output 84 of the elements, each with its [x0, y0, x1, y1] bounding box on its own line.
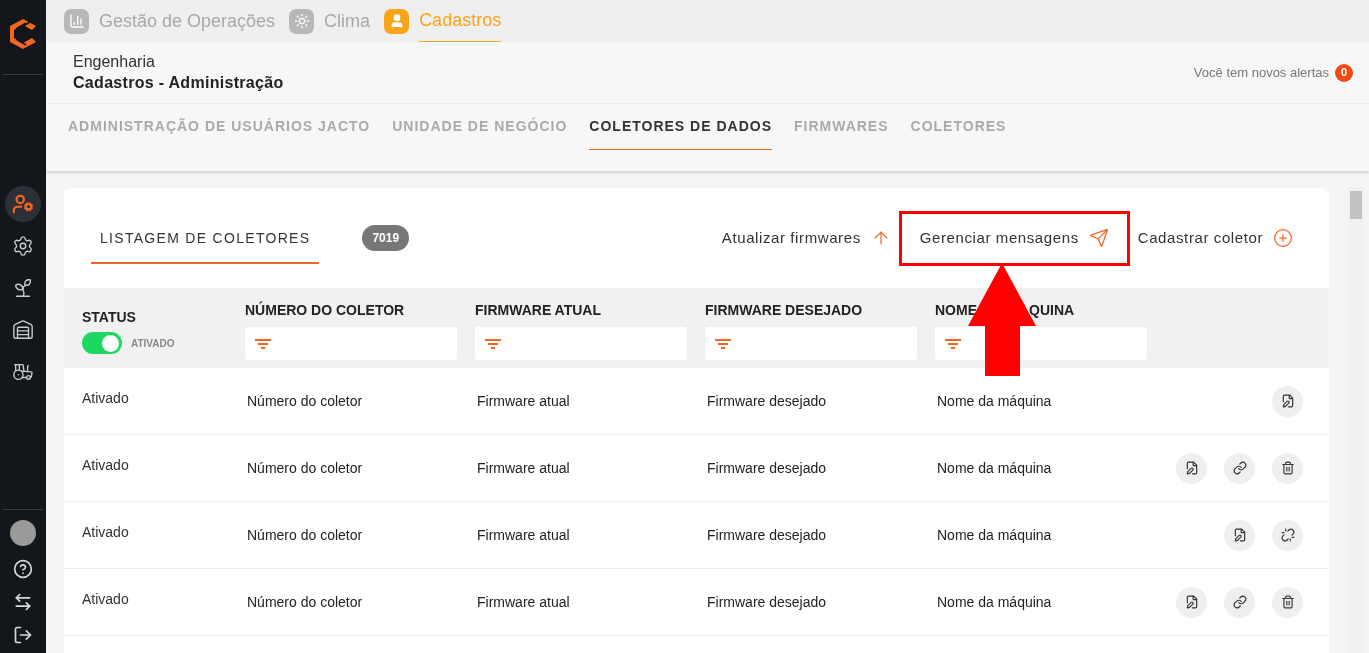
column-header: NOME — [935, 301, 977, 320]
chart-icon — [64, 8, 89, 34]
column-header: QUINA — [1029, 301, 1075, 320]
status-cell-text: Ativado — [81, 455, 130, 475]
building-icon — [12, 319, 34, 341]
section-tab[interactable]: FIRMWARES — [794, 104, 889, 150]
edit-button[interactable] — [1176, 452, 1207, 484]
logout-button[interactable] — [13, 625, 33, 645]
filter-field[interactable] — [705, 327, 917, 360]
link-button[interactable] — [1224, 586, 1255, 618]
table-cell-text: Número do coletor — [246, 391, 364, 411]
table-cell-text: Firmware atual — [476, 391, 571, 411]
toolbar-action[interactable]: Gerenciar mensagens — [898, 210, 1130, 266]
table-cell-text: Número do coletor — [246, 525, 364, 545]
link-icon — [1232, 461, 1247, 475]
send-icon — [1088, 228, 1109, 248]
sun-icon — [289, 8, 315, 34]
table-cell-text: Firmware atual — [476, 525, 571, 545]
page-title: Cadastros - Administração — [73, 72, 284, 93]
tractor-icon — [12, 361, 34, 383]
filter-icon — [945, 337, 961, 350]
swap-arrows-button[interactable] — [13, 592, 33, 612]
column-header: FIRMWARE DESEJADO — [705, 301, 863, 320]
unlink-button[interactable] — [1272, 519, 1303, 551]
user-settings-icon — [12, 193, 34, 215]
table-cell-text: Número do coletor — [246, 458, 364, 478]
gear-icon — [12, 235, 34, 257]
table-cell-text: Nome da máquina — [936, 592, 1053, 612]
link-icon — [1232, 595, 1247, 609]
table-cell-text: Firmware atual — [476, 592, 571, 612]
alerts-label: Você tem novos alertas — [1193, 63, 1329, 82]
toolbar-action[interactable]: Atualizar firmwares — [721, 210, 891, 266]
edit-button[interactable] — [1224, 519, 1255, 551]
unlink-icon — [1280, 528, 1295, 542]
app-tab[interactable]: Clima — [289, 0, 371, 42]
section-tab[interactable]: COLETORES DE DADOS — [589, 104, 772, 150]
filter-field[interactable] — [245, 327, 457, 360]
edit-icon — [1280, 394, 1295, 408]
filter-icon — [255, 337, 271, 350]
status-toggle[interactable] — [82, 332, 122, 354]
section-tab[interactable]: UNIDADE DE NEGÓCIO — [392, 104, 568, 150]
trash-icon — [1280, 461, 1295, 475]
app-tab[interactable]: Gestão de Operações — [64, 0, 276, 42]
table-cell-text: Firmware desejado — [706, 592, 828, 612]
status-cell-text: Ativado — [81, 388, 130, 408]
breadcrumb-section: Engenharia — [73, 51, 284, 72]
alerts-count: 0 — [1335, 63, 1353, 82]
delete-button[interactable] — [1272, 452, 1303, 484]
edit-icon — [1184, 461, 1199, 475]
avatar[interactable] — [10, 520, 36, 546]
column-header: STATUS — [82, 308, 137, 327]
link-button[interactable] — [1224, 452, 1255, 484]
help-button[interactable] — [13, 559, 33, 579]
toggle-label: ATIVADO — [131, 336, 175, 351]
table-cell-text: Firmware atual — [476, 458, 571, 478]
list-title-tab[interactable]: LISTAGEM DE COLETORES — [91, 214, 320, 264]
trash-icon — [1280, 595, 1295, 609]
toolbar-action[interactable]: Cadastrar coletor — [1137, 210, 1293, 266]
count-badge: 7019 — [362, 225, 410, 251]
column-header: FIRMWARE ATUAL — [475, 301, 601, 320]
edit-button[interactable] — [1272, 385, 1303, 417]
table-cell-text: Nome da máquina — [936, 525, 1053, 545]
table-cell-text: Firmware desejado — [706, 525, 828, 545]
filter-icon — [715, 337, 731, 350]
delete-button[interactable] — [1272, 586, 1303, 618]
status-cell-text: Ativado — [81, 522, 130, 542]
column-header: NÚMERO DO COLETOR — [245, 300, 405, 320]
filter-icon — [485, 337, 501, 350]
sidebar-item[interactable] — [5, 186, 41, 222]
table-cell-text: Firmware desejado — [706, 458, 828, 478]
section-tab[interactable]: ADMINISTRAÇÃO DE USUÁRIOS JACTO — [68, 104, 371, 150]
sprout-icon — [12, 277, 34, 299]
filter-field[interactable] — [475, 327, 687, 360]
edit-icon — [1184, 595, 1199, 609]
table-cell-text: Nome da máquina — [936, 391, 1053, 411]
table-cell-text: Firmware desejado — [706, 391, 828, 411]
table-cell-text: Nome da máquina — [936, 458, 1053, 478]
plus-circle-icon — [1273, 228, 1293, 248]
edit-icon — [1232, 528, 1247, 542]
user-icon — [384, 8, 410, 34]
edit-button[interactable] — [1176, 586, 1207, 618]
section-tab[interactable]: COLETORES — [910, 104, 1007, 150]
table-cell-text: Número do coletor — [246, 592, 364, 612]
status-cell-text: Ativado — [81, 589, 130, 609]
